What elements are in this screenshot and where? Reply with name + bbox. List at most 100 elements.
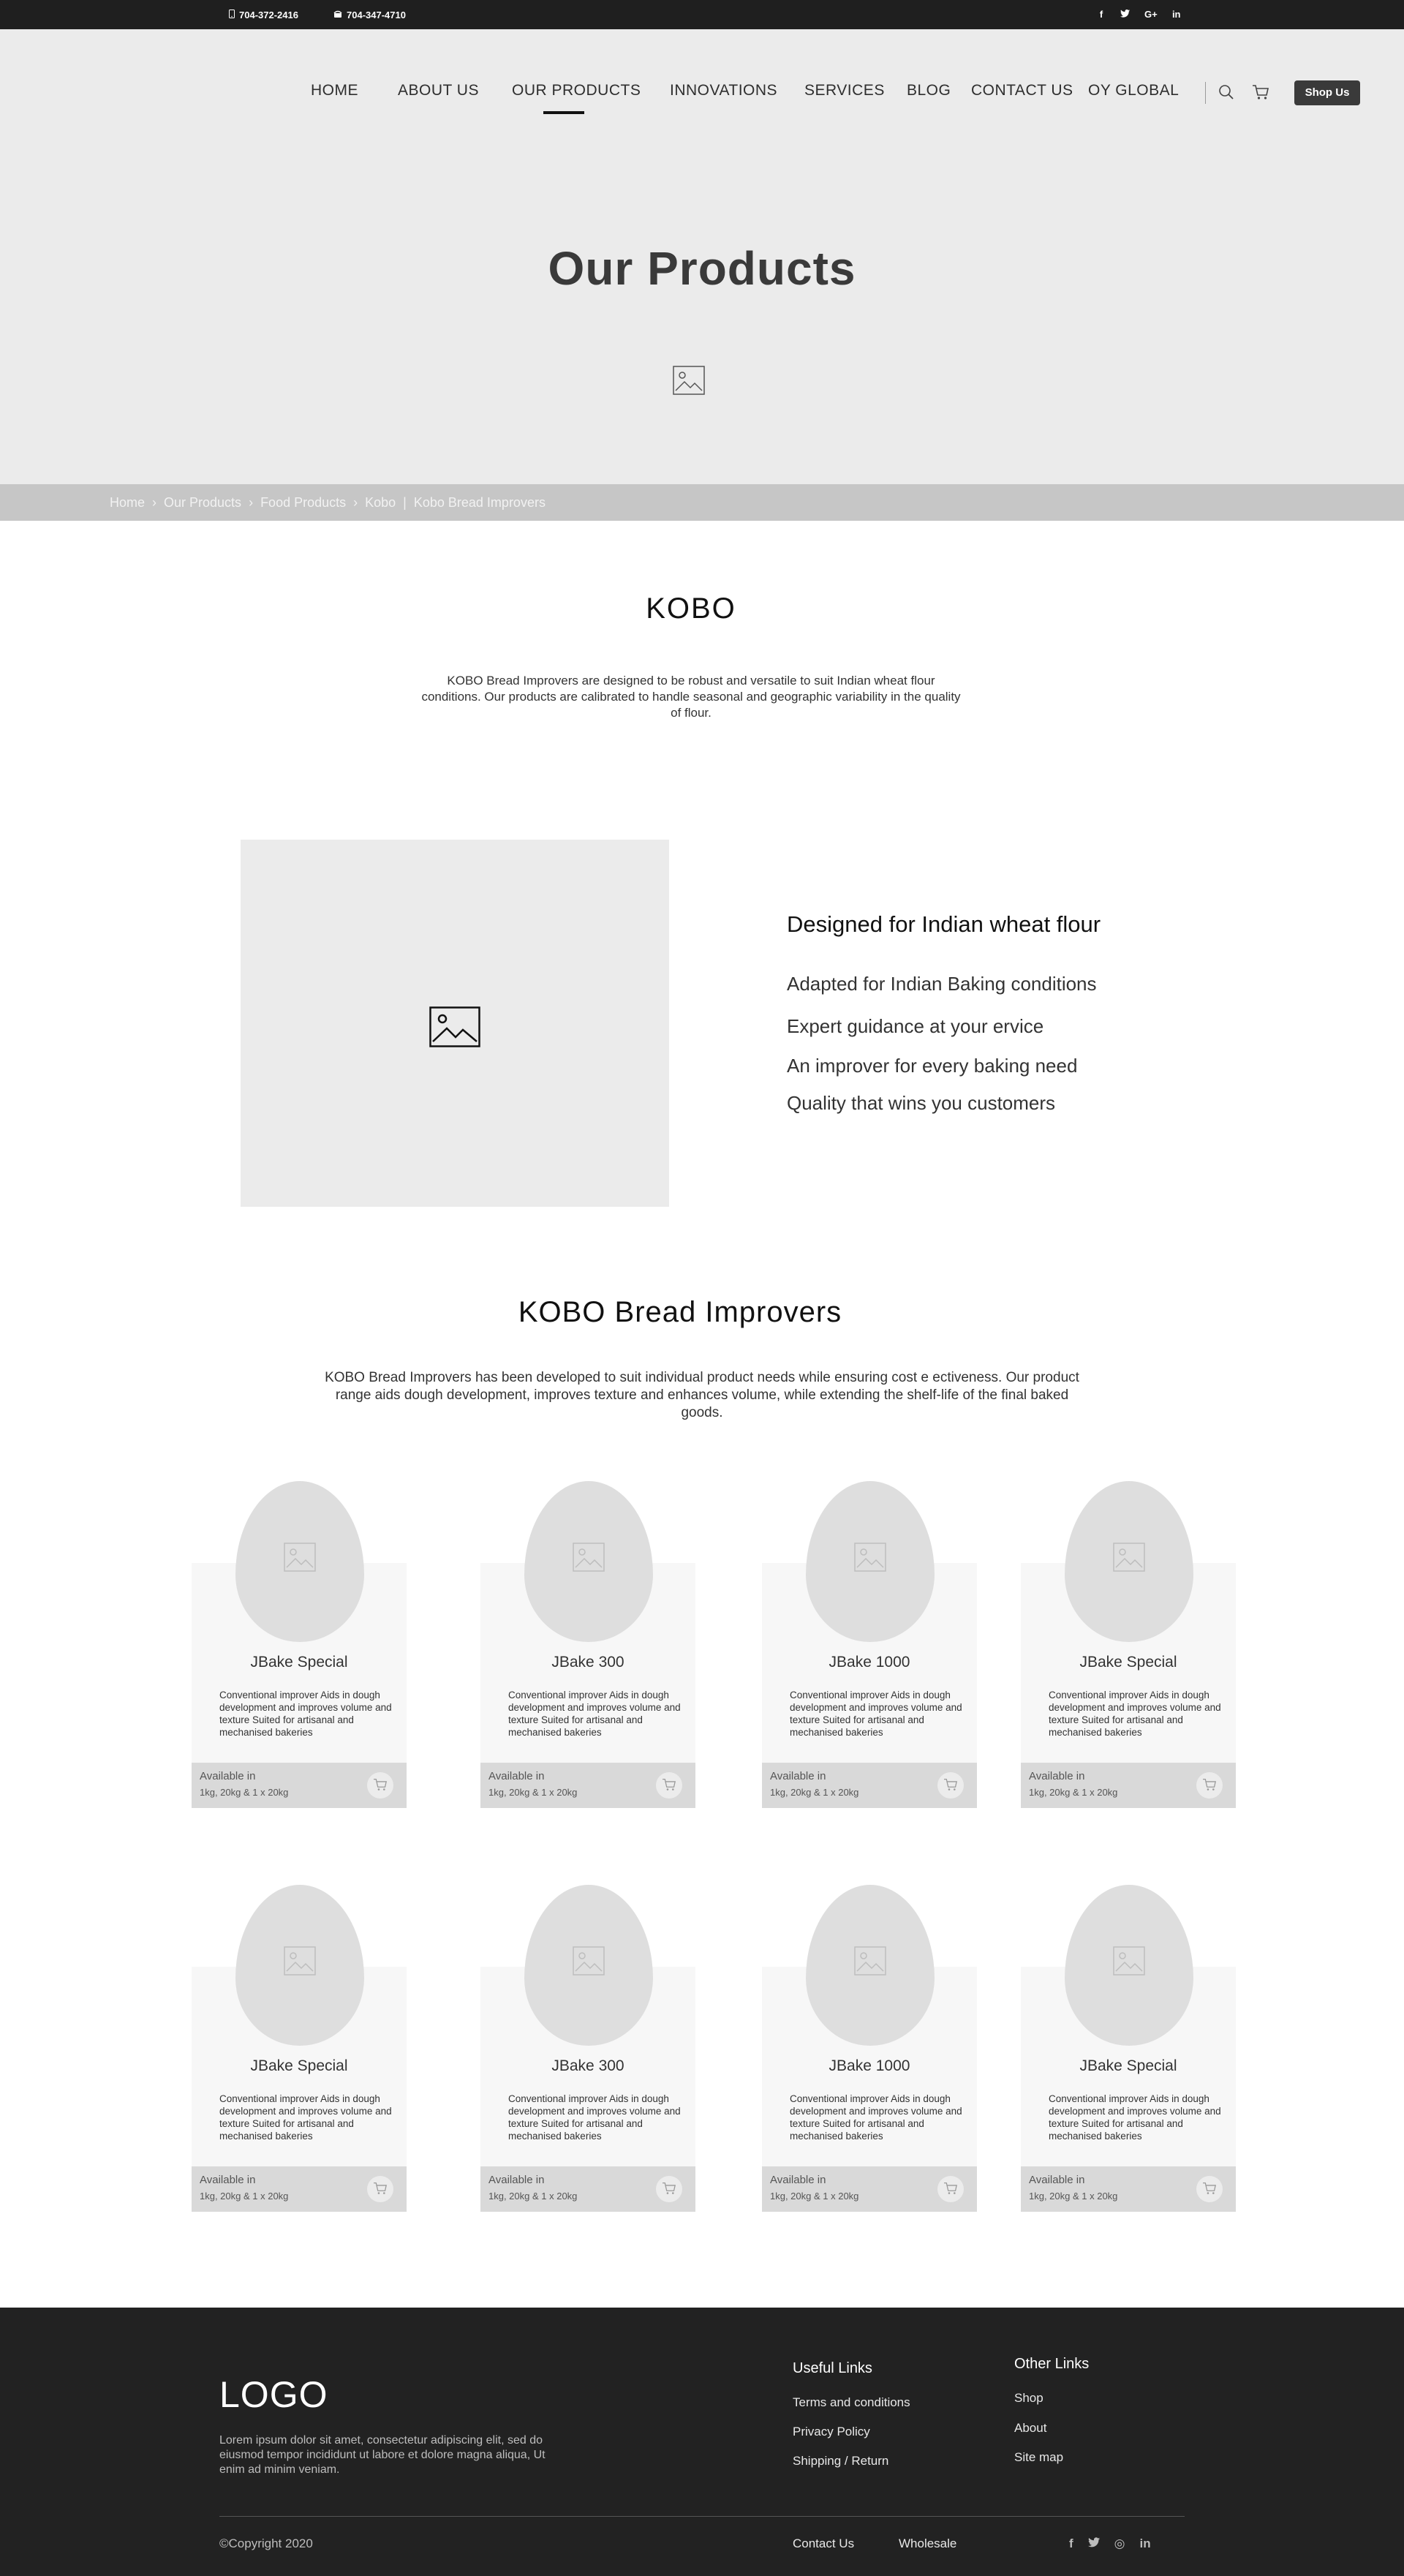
linkedin-icon[interactable]: in [1140, 2537, 1151, 2551]
footer-logo[interactable]: LOGO [219, 2373, 328, 2416]
footer-link-about[interactable]: About [1014, 2421, 1046, 2436]
top-social-links: f G+ in [1097, 9, 1181, 20]
breadcrumb-our-products[interactable]: Our Products [164, 495, 241, 511]
phone-contact-2[interactable]: 704-347-4710 [333, 10, 406, 20]
phone-number-2: 704-347-4710 [347, 10, 406, 20]
nav-item-home[interactable]: HOME [311, 82, 358, 99]
available-sizes: 1kg, 20kg & 1 x 20kg [770, 2191, 859, 2202]
product-image[interactable] [1065, 1885, 1193, 2046]
nav-item-services[interactable]: SERVICES [804, 82, 885, 99]
add-to-cart-button[interactable] [656, 1772, 682, 1799]
google-plus-icon[interactable]: G+ [1144, 9, 1158, 20]
footer-link-shop[interactable]: Shop [1014, 2391, 1043, 2406]
product-name[interactable]: JBake Special [1021, 2057, 1236, 2075]
nav-item-our-products[interactable]: OUR PRODUCTS [512, 82, 641, 99]
product-name[interactable]: JBake Special [1021, 1654, 1236, 1671]
product-name[interactable]: JBake Special [192, 2057, 407, 2075]
linkedin-icon[interactable]: in [1172, 9, 1181, 20]
nav-item-oy-global[interactable]: OY GLOBAL [1088, 82, 1179, 99]
product-name[interactable]: JBake 300 [480, 1654, 695, 1671]
breadcrumb-bar: Home › Our Products › Food Products › Ko… [0, 484, 1404, 521]
product-name[interactable]: JBake 1000 [762, 1654, 977, 1671]
nav-item-about-us[interactable]: ABOUT US [398, 82, 479, 99]
product-image[interactable] [1065, 1481, 1193, 1642]
footer-link-privacy[interactable]: Privacy Policy [793, 2425, 870, 2439]
footer-link-wholesale[interactable]: Wholesale [899, 2537, 956, 2551]
breadcrumb-divider: | [403, 495, 407, 510]
product-availability: Available in 1kg, 20kg & 1 x 20kg [192, 2166, 407, 2212]
footer-link-contact-us[interactable]: Contact Us [793, 2537, 854, 2551]
feature-point: Adapted for Indian Baking conditions [787, 973, 1097, 995]
breadcrumb-current: Kobo Bread Improvers [413, 495, 546, 510]
facebook-icon[interactable]: f [1097, 9, 1106, 20]
phone-contact-1[interactable]: 704-372-2416 [229, 10, 298, 20]
chevron-right-icon: › [152, 495, 157, 510]
add-to-cart-button[interactable] [937, 1772, 964, 1799]
breadcrumb-kobo[interactable]: Kobo [365, 495, 396, 511]
twitter-icon[interactable] [1087, 2537, 1100, 2551]
breadcrumb-food-products[interactable]: Food Products [260, 495, 346, 511]
available-label: Available in [770, 2174, 826, 2186]
page-title: Our Products [548, 242, 856, 295]
available-sizes: 1kg, 20kg & 1 x 20kg [200, 1787, 289, 1798]
add-to-cart-button[interactable] [367, 1772, 393, 1799]
footer-description: Lorem ipsum dolor sit amet, consectetur … [219, 2434, 546, 2476]
add-to-cart-button[interactable] [367, 2176, 393, 2202]
add-to-cart-button[interactable] [1196, 2176, 1223, 2202]
nav-item-contact-us[interactable]: CONTACT US [971, 82, 1073, 99]
product-availability: Available in 1kg, 20kg & 1 x 20kg [762, 1763, 977, 1808]
add-to-cart-button[interactable] [1196, 1772, 1223, 1799]
product-availability: Available in 1kg, 20kg & 1 x 20kg [762, 2166, 977, 2212]
product-name[interactable]: JBake 300 [480, 2057, 695, 2075]
available-label: Available in [1029, 1770, 1085, 1782]
product-card[interactable]: JBake Special Conventional improver Aids … [1021, 1481, 1236, 1808]
search-icon[interactable] [1218, 84, 1236, 102]
shop-us-button[interactable]: Shop Us [1294, 80, 1360, 105]
product-card[interactable]: JBake Special Conventional improver Aids … [192, 1885, 407, 2212]
product-image[interactable] [806, 1885, 935, 2046]
copyright: ©Copyright 2020 [219, 2537, 313, 2550]
twitter-icon[interactable] [1120, 9, 1130, 20]
product-description: Conventional improver Aids in dough deve… [508, 1690, 681, 1738]
product-image[interactable] [524, 1885, 653, 2046]
product-card[interactable]: JBake Special Conventional improver Aids … [1021, 1885, 1236, 2212]
product-availability: Available in 1kg, 20kg & 1 x 20kg [480, 1763, 695, 1808]
add-to-cart-button[interactable] [937, 2176, 964, 2202]
kobo-description: KOBO Bread Improvers are designed to be … [421, 674, 961, 720]
nav-item-blog[interactable]: BLOG [907, 82, 951, 99]
top-bar: 704-372-2416 704-347-4710 f G+ in [0, 0, 1404, 29]
product-image[interactable] [235, 1481, 364, 1642]
product-image[interactable] [235, 1885, 364, 2046]
bread-improvers-title: KOBO Bread Improvers [518, 1296, 842, 1328]
image-placeholder-icon [429, 1006, 480, 1047]
footer-link-site-map[interactable]: Site map [1014, 2450, 1063, 2465]
product-description: Conventional improver Aids in dough deve… [1049, 2093, 1221, 2142]
footer-link-shipping[interactable]: Shipping / Return [793, 2454, 888, 2468]
product-card[interactable]: JBake Special Conventional improver Aids … [192, 1481, 407, 1808]
bread-improvers-description: KOBO Bread Improvers has been developed … [325, 1370, 1079, 1420]
product-description: Conventional improver Aids in dough deve… [219, 2093, 392, 2142]
product-description: Conventional improver Aids in dough deve… [508, 2093, 681, 2142]
breadcrumb-home[interactable]: Home [110, 495, 145, 511]
cart-icon[interactable] [1252, 84, 1269, 102]
nav-item-innovations[interactable]: INNOVATIONS [670, 82, 777, 99]
product-availability: Available in 1kg, 20kg & 1 x 20kg [1021, 1763, 1236, 1808]
product-availability: Available in 1kg, 20kg & 1 x 20kg [480, 2166, 695, 2212]
feature-image [241, 840, 669, 1207]
facebook-icon[interactable]: f [1069, 2537, 1073, 2551]
product-card[interactable]: JBake 300 Conventional improver Aids in d… [480, 1481, 695, 1808]
product-name[interactable]: JBake 1000 [762, 2057, 977, 2075]
instagram-icon[interactable]: ◎ [1114, 2537, 1125, 2551]
useful-links-heading: Useful Links [793, 2360, 872, 2376]
product-card[interactable]: JBake 1000 Conventional improver Aids in … [762, 1885, 977, 2212]
product-card[interactable]: JBake 1000 Conventional improver Aids in … [762, 1481, 977, 1808]
product-image[interactable] [806, 1481, 935, 1642]
product-name[interactable]: JBake Special [192, 1654, 407, 1671]
feature-title: Designed for Indian wheat flour [787, 911, 1101, 937]
footer-link-terms[interactable]: Terms and conditions [793, 2395, 910, 2410]
other-links-heading: Other Links [1014, 2356, 1090, 2372]
product-image[interactable] [524, 1481, 653, 1642]
feature-point: Quality that wins you customers [787, 1092, 1056, 1114]
add-to-cart-button[interactable] [656, 2176, 682, 2202]
product-card[interactable]: JBake 300 Conventional improver Aids in d… [480, 1885, 695, 2212]
